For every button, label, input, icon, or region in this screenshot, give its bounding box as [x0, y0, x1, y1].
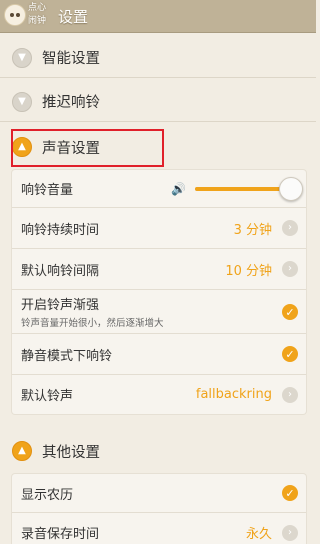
- page-title: 设置: [58, 7, 89, 26]
- gradual-volume-row[interactable]: 开启铃声渐强 铃声音量开始很小，然后逐渐增大 ✓: [12, 290, 306, 334]
- chevron-right-icon: ›: [282, 261, 298, 277]
- chevron-right-icon: ›: [282, 524, 298, 541]
- row-value: 永久: [245, 527, 272, 542]
- row-label: 录音保存时间: [21, 527, 100, 542]
- section-label: 其他设置: [42, 444, 100, 461]
- section-other-settings[interactable]: ▲ 其他设置: [0, 431, 316, 471]
- checkmark-icon[interactable]: ✓: [282, 346, 298, 362]
- chevron-right-icon: ›: [282, 220, 298, 236]
- app-logo[interactable]: 点心闹钟: [2, 1, 54, 31]
- ring-volume-row: 响铃音量 🔊: [12, 170, 306, 208]
- row-label: 显示农历: [21, 487, 74, 503]
- sound-settings-panel: 响铃音量 🔊 响铃持续时间 3 分钟 › 默认响铃间隔 10 分钟 › 开启铃声…: [12, 170, 306, 414]
- record-keep-time-row[interactable]: 录音保存时间 永久 ›: [12, 513, 306, 544]
- speaker-icon: 🔊: [171, 182, 186, 196]
- expand-arrow-icon: ▼: [12, 91, 32, 112]
- section-label: 智能设置: [42, 51, 100, 67]
- cat-face-icon: [4, 4, 26, 26]
- collapse-arrow-icon: ▲: [12, 441, 32, 461]
- app-logo-text: 点心闹钟: [28, 3, 47, 26]
- row-value: 3 分钟: [233, 222, 272, 238]
- chevron-right-icon: ›: [282, 386, 298, 403]
- volume-slider[interactable]: [195, 177, 303, 201]
- row-label: 默认响铃间隔: [21, 263, 100, 279]
- section-label: 推迟响铃: [42, 95, 100, 111]
- ring-duration-row[interactable]: 响铃持续时间 3 分钟 ›: [12, 208, 306, 249]
- row-label: 响铃持续时间: [21, 222, 100, 238]
- section-smart-settings[interactable]: ▼ 智能设置: [0, 38, 316, 78]
- row-value: 10 分钟: [225, 263, 272, 279]
- row-value: fallbackring: [195, 387, 272, 402]
- default-ringtone-row[interactable]: 默认铃声 fallbackring ›: [12, 375, 306, 414]
- volume-slider-fill: [195, 187, 291, 191]
- highlight-box: [11, 129, 164, 167]
- ring-in-silent-row[interactable]: 静音模式下响铃 ✓: [12, 334, 306, 375]
- section-snooze[interactable]: ▼ 推迟响铃: [0, 82, 316, 122]
- row-subtitle: 铃声音量开始很小，然后逐渐增大: [21, 318, 164, 329]
- volume-slider-thumb[interactable]: [279, 177, 303, 201]
- checkmark-icon[interactable]: ✓: [282, 485, 298, 501]
- show-lunar-row[interactable]: 显示农历 ✓: [12, 474, 306, 513]
- expand-arrow-icon: ▼: [12, 47, 32, 68]
- default-interval-row[interactable]: 默认响铃间隔 10 分钟 ›: [12, 249, 306, 290]
- row-label: 默认铃声: [21, 389, 74, 404]
- title-bar: 点心闹钟 设置: [0, 0, 316, 33]
- other-settings-panel: 显示农历 ✓ 录音保存时间 永久 ›: [12, 474, 306, 544]
- row-label: 响铃音量: [21, 183, 74, 198]
- row-label: 静音模式下响铃: [21, 348, 113, 364]
- row-label: 开启铃声渐强: [21, 298, 100, 313]
- checkmark-icon[interactable]: ✓: [282, 304, 298, 320]
